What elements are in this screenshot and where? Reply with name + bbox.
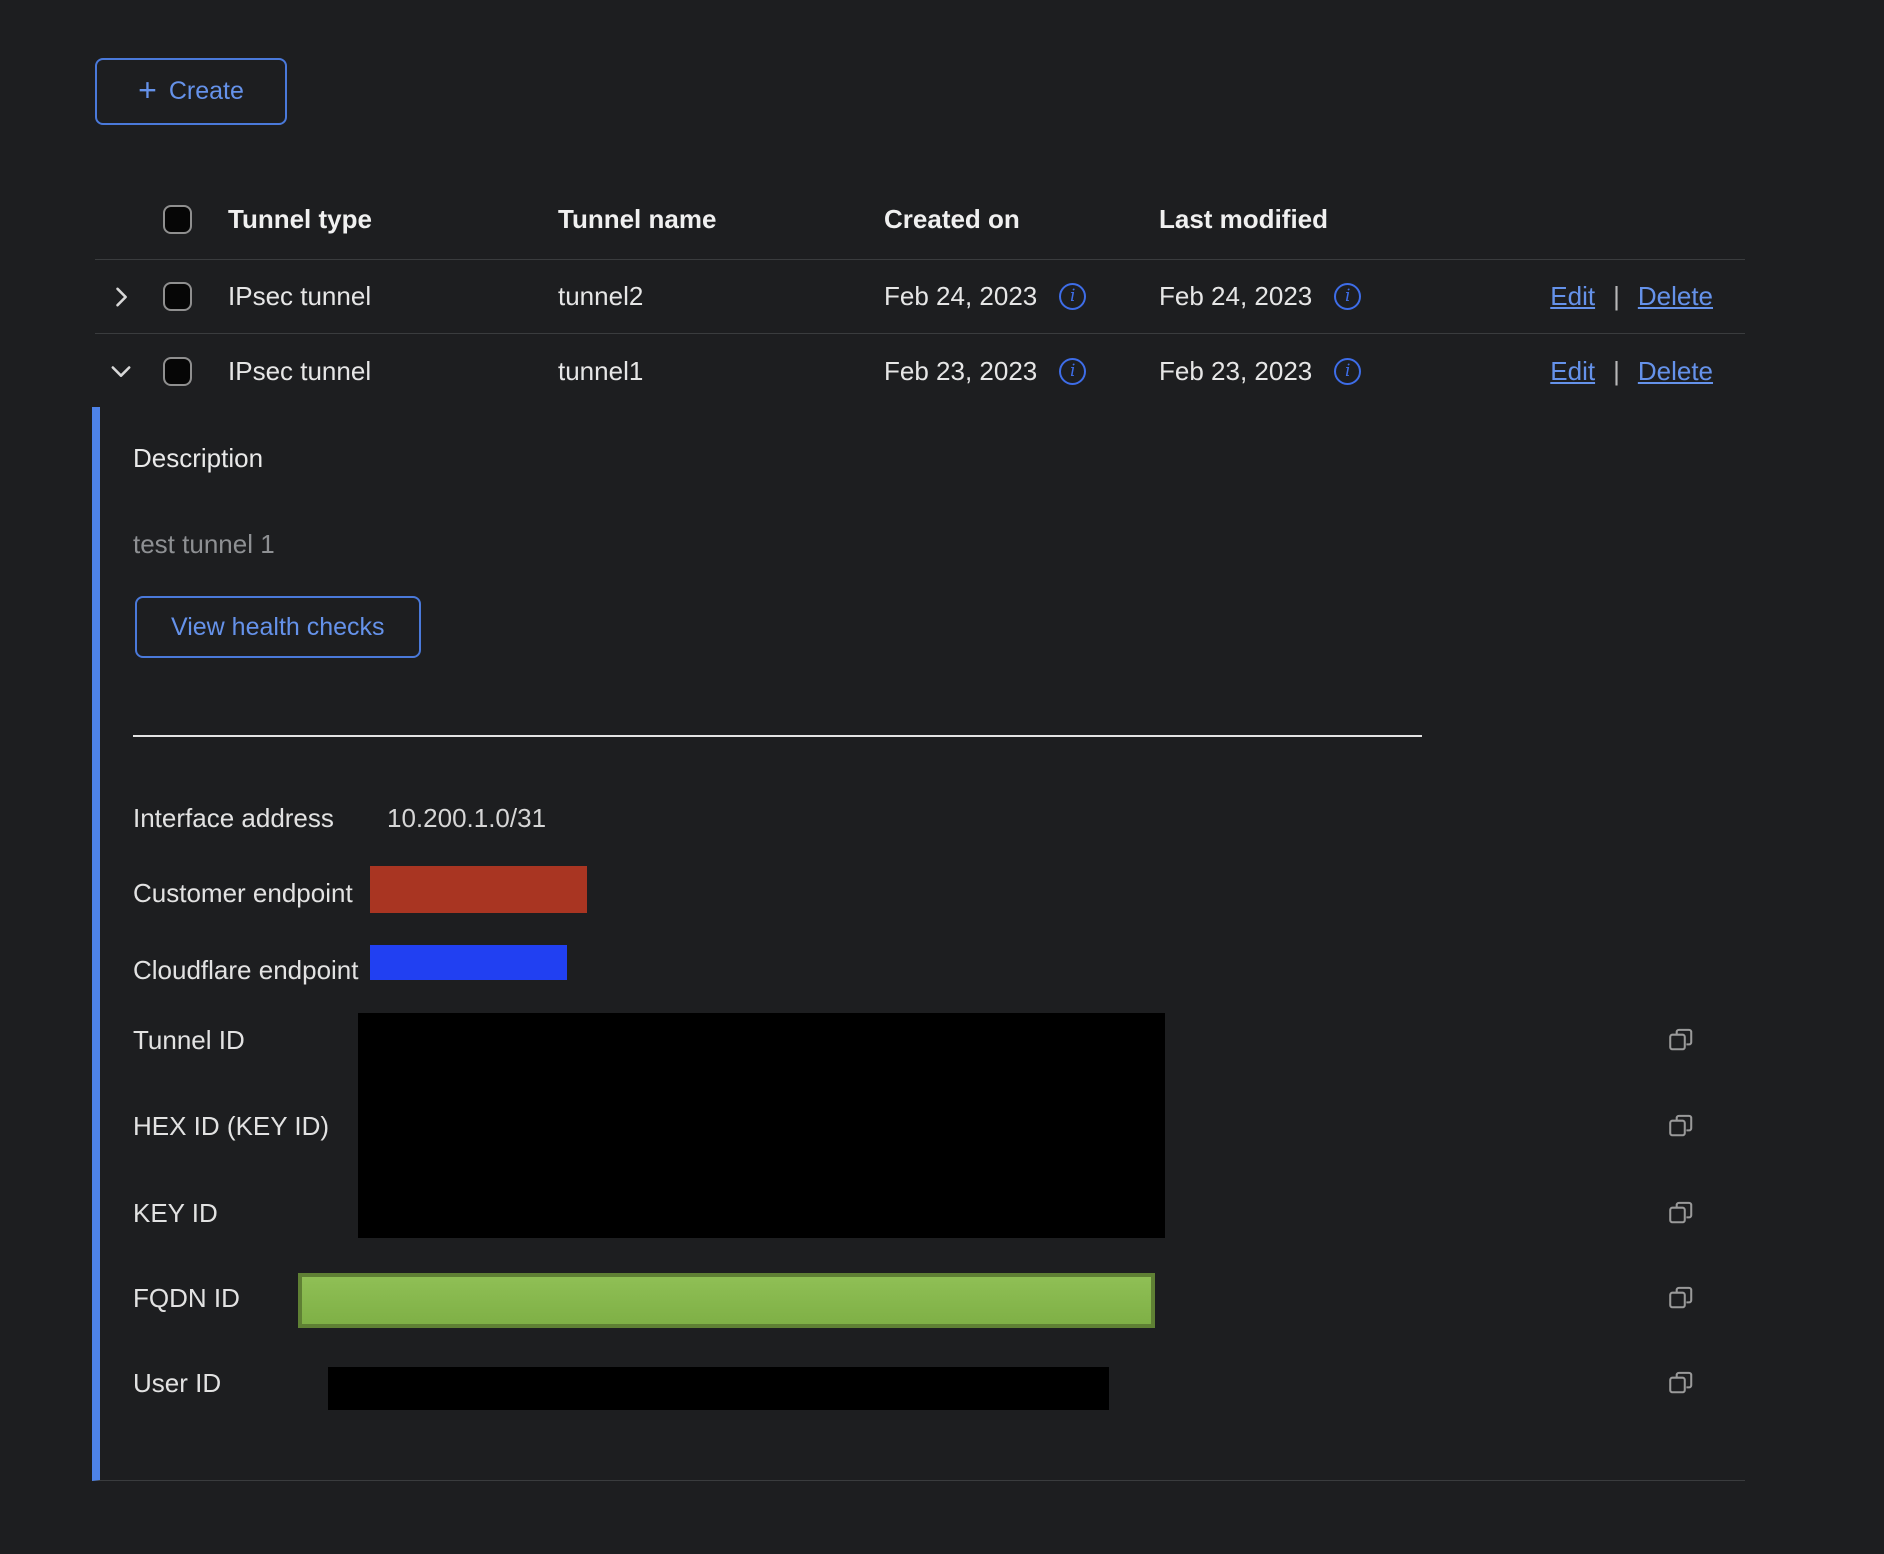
delete-link[interactable]: Delete [1638,356,1713,387]
header-created-on: Created on [884,204,1159,235]
last-modified-value: Feb 23, 2023 [1159,356,1312,387]
copy-key-id-button[interactable] [1665,1196,1697,1228]
copy-icon [1667,1025,1695,1053]
user-id-redaction [328,1367,1109,1410]
chevron-down-icon [107,357,135,385]
fqdn-id-label: FQDN ID [133,1283,240,1313]
info-icon[interactable]: i [1334,358,1361,385]
delete-link[interactable]: Delete [1638,281,1713,312]
table-row-tunnel1: IPsec tunnel tunnel1 Feb 23, 2023 i Feb … [95,334,1745,408]
copy-icon [1667,1111,1695,1139]
tunnels-table: Tunnel type Tunnel name Created on Last … [95,180,1745,408]
interface-address-value: 10.200.1.0/31 [387,803,546,833]
table-header-row: Tunnel type Tunnel name Created on Last … [95,180,1745,260]
edit-link[interactable]: Edit [1550,356,1595,387]
copy-hex-id-button[interactable] [1665,1109,1697,1141]
actions-separator: | [1613,356,1620,387]
user-id-label: User ID [133,1368,221,1398]
copy-icon [1667,1368,1695,1396]
tunnel-name-cell: tunnel1 [558,356,884,387]
created-on-value: Feb 24, 2023 [884,281,1037,312]
copy-user-id-button[interactable] [1665,1366,1697,1398]
row-checkbox[interactable] [163,282,192,311]
info-icon[interactable]: i [1059,283,1086,310]
fqdn-id-redaction [298,1273,1155,1328]
header-checkbox-cell [160,205,210,234]
tunnel-type-cell: IPsec tunnel [210,356,558,387]
header-tunnel-name: Tunnel name [558,204,884,235]
expand-cell [95,283,160,311]
last-modified-value: Feb 24, 2023 [1159,281,1312,312]
panel-divider [133,735,1422,737]
tunnel-ids-redaction [358,1013,1165,1238]
tunnel-detail-panel: Description test tunnel 1 View health ch… [92,407,1745,1481]
copy-tunnel-id-button[interactable] [1665,1023,1697,1055]
checkbox-cell [160,357,210,386]
hex-id-label: HEX ID (KEY ID) [133,1111,329,1141]
customer-endpoint-label: Customer endpoint [133,878,353,908]
header-last-modified: Last modified [1159,204,1420,235]
checkbox-cell [160,282,210,311]
copy-fqdn-id-button[interactable] [1665,1281,1697,1313]
created-on-cell: Feb 24, 2023 i [884,281,1159,312]
last-modified-cell: Feb 24, 2023 i [1159,281,1420,312]
collapse-row-button[interactable] [107,357,135,385]
tunnel-type-cell: IPsec tunnel [210,281,558,312]
interface-address-label: Interface address [133,803,334,833]
info-icon[interactable]: i [1334,283,1361,310]
tunnel-id-label: Tunnel ID [133,1025,245,1055]
created-on-cell: Feb 23, 2023 i [884,356,1159,387]
cloudflare-endpoint-redaction [370,945,567,980]
actions-separator: | [1613,281,1620,312]
create-button[interactable]: + Create [95,58,287,125]
edit-link[interactable]: Edit [1550,281,1595,312]
chevron-right-icon [107,283,135,311]
created-on-value: Feb 23, 2023 [884,356,1037,387]
view-health-checks-button[interactable]: View health checks [135,596,421,658]
copy-icon [1667,1283,1695,1311]
ipsec-tunnels-page: + Create Tunnel type Tunnel name Created… [0,0,1884,1554]
table-row-tunnel2: IPsec tunnel tunnel2 Feb 24, 2023 i Feb … [95,260,1745,334]
key-id-label: KEY ID [133,1198,218,1228]
last-modified-cell: Feb 23, 2023 i [1159,356,1420,387]
select-all-checkbox[interactable] [163,205,192,234]
create-button-label: Create [169,77,244,106]
info-icon[interactable]: i [1059,358,1086,385]
expand-row-button[interactable] [107,283,135,311]
customer-endpoint-redaction [370,866,587,913]
description-text: test tunnel 1 [133,529,275,560]
row-checkbox[interactable] [163,357,192,386]
expand-cell [95,357,160,385]
cloudflare-endpoint-label: Cloudflare endpoint [133,955,359,985]
tunnel-name-cell: tunnel2 [558,281,884,312]
copy-icon [1667,1198,1695,1226]
row-actions: Edit | Delete [1420,356,1745,387]
header-tunnel-type: Tunnel type [210,204,558,235]
description-label: Description [133,443,263,474]
row-actions: Edit | Delete [1420,281,1745,312]
plus-icon: + [138,74,157,106]
